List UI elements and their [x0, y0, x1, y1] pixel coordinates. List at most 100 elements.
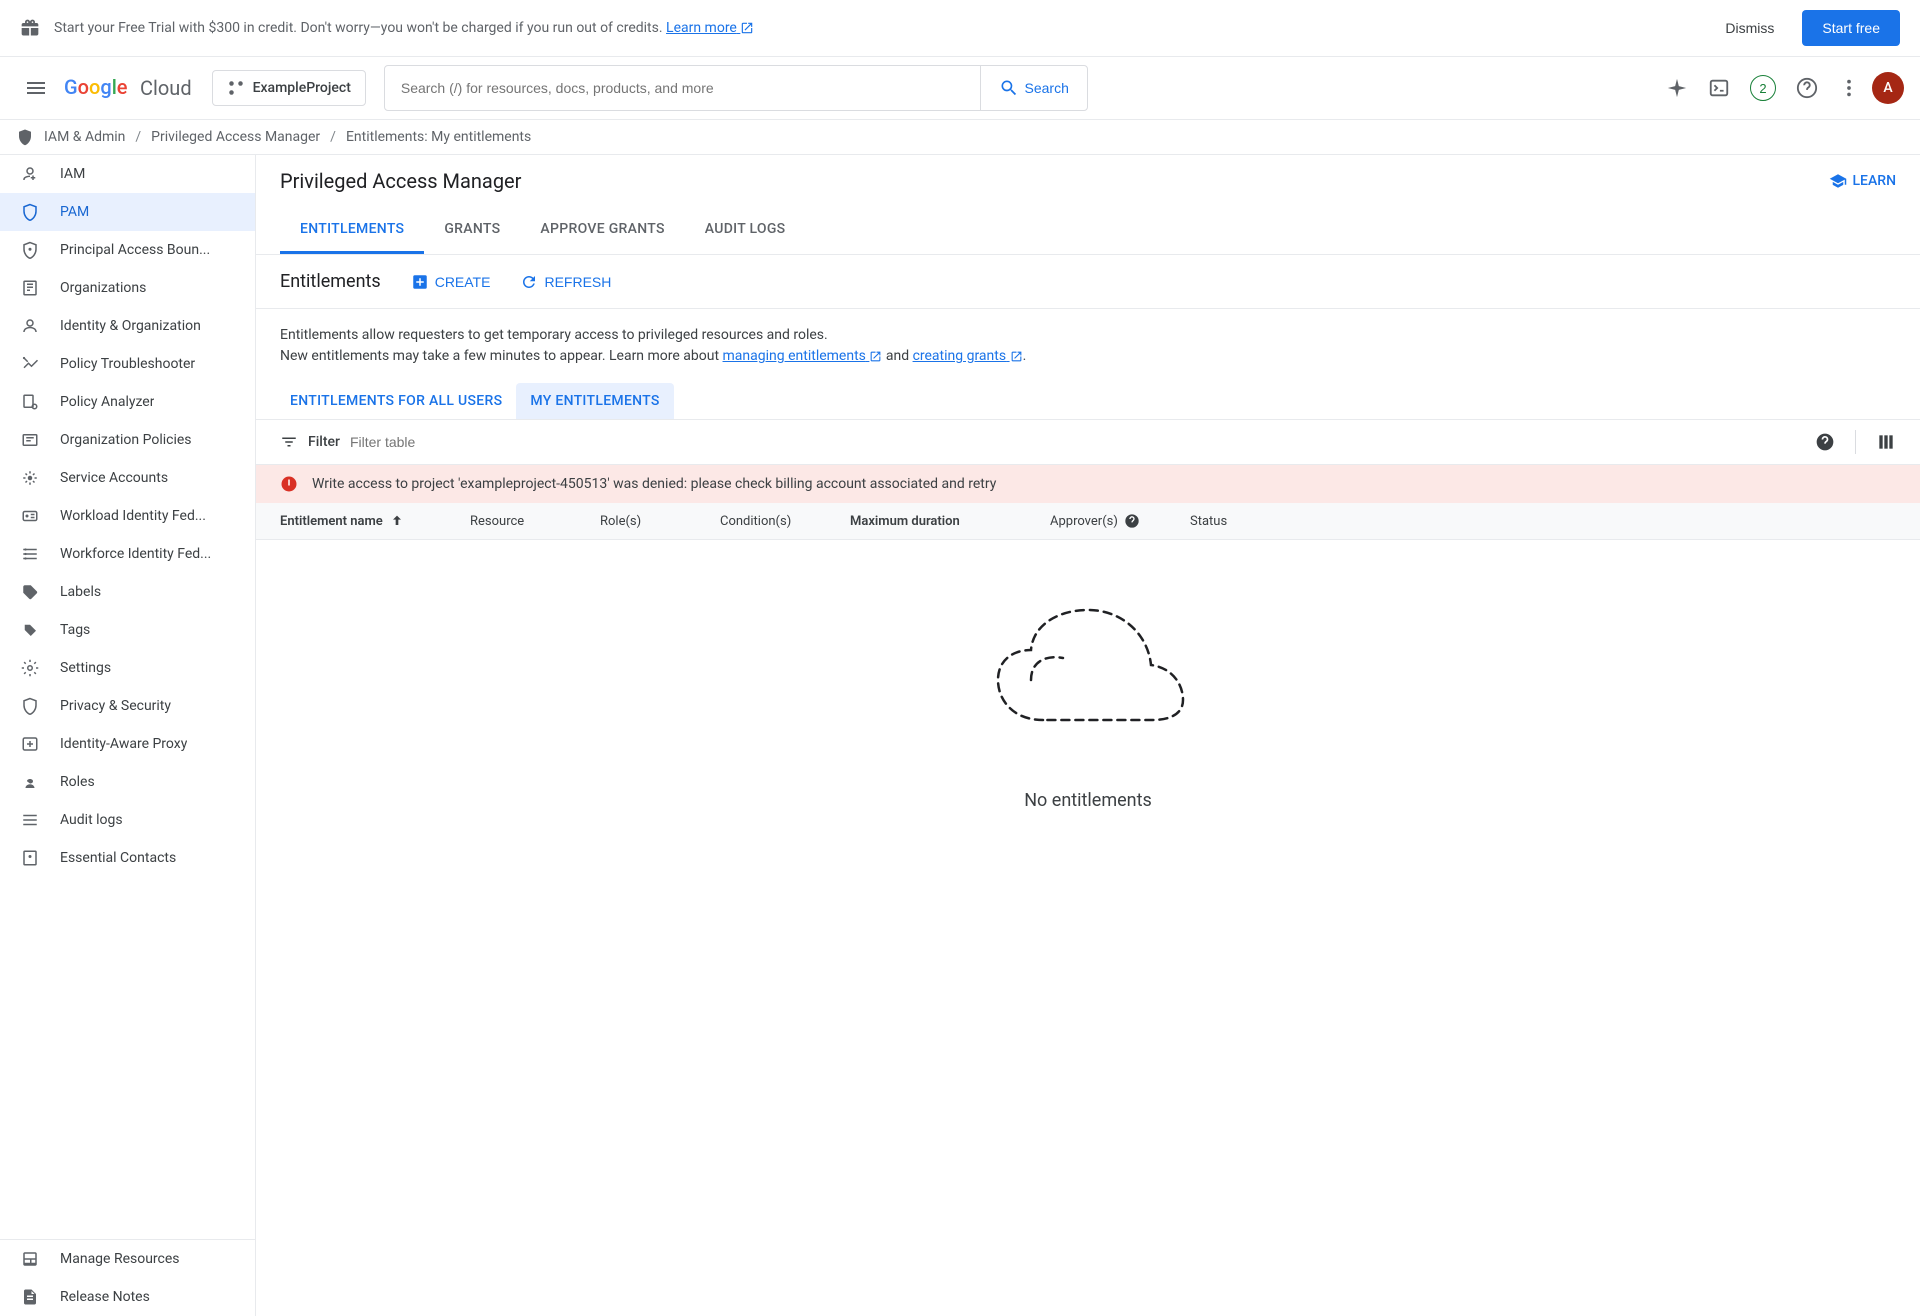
sidebar-item-label: Identity-Aware Proxy: [60, 736, 187, 752]
sidebar-item-label: Workload Identity Fed...: [60, 508, 206, 524]
columns-icon[interactable]: [1876, 432, 1896, 452]
sidebar-icon: [20, 203, 40, 221]
cloud-empty-icon: [983, 600, 1193, 750]
creating-grants-link[interactable]: creating grants: [913, 348, 1023, 364]
sidebar-item[interactable]: Organizations: [0, 269, 255, 307]
filter-help-icon[interactable]: [1815, 432, 1835, 452]
sidebar-item-label: Audit logs: [60, 812, 123, 828]
sidebar-item[interactable]: Workforce Identity Fed...: [0, 535, 255, 573]
sidebar-item[interactable]: Policy Troubleshooter: [0, 345, 255, 383]
subtab[interactable]: ENTITLEMENTS FOR ALL USERS: [276, 383, 516, 419]
sidebar-item-release-notes[interactable]: Release Notes: [0, 1278, 255, 1316]
column-resource[interactable]: Resource: [470, 513, 600, 529]
gemini-icon[interactable]: [1658, 69, 1696, 107]
sidebar-item[interactable]: Organization Policies: [0, 421, 255, 459]
sidebar-item-label: Roles: [60, 774, 95, 790]
subtab[interactable]: MY ENTITLEMENTS: [516, 383, 673, 419]
sidebar-icon: [20, 545, 40, 563]
column-status[interactable]: Status: [1190, 513, 1290, 529]
sidebar-icon: [20, 849, 40, 867]
learn-more-link[interactable]: Learn more: [666, 20, 754, 36]
hamburger-menu-button[interactable]: [16, 68, 56, 108]
learn-button[interactable]: LEARN: [1829, 172, 1897, 190]
sidebar-item[interactable]: Privacy & Security: [0, 687, 255, 725]
sidebar-item[interactable]: Principal Access Boun...: [0, 231, 255, 269]
sidebar-item[interactable]: Tags: [0, 611, 255, 649]
tab[interactable]: AUDIT LOGS: [685, 207, 806, 254]
manage-resources-icon: [20, 1250, 40, 1268]
error-banner: Write access to project 'exampleproject-…: [256, 465, 1920, 503]
banner-text: Start your Free Trial with $300 in credi…: [54, 20, 1709, 36]
page-title: Privileged Access Manager: [280, 169, 521, 193]
sidebar-item-label: Identity & Organization: [60, 318, 201, 334]
release-notes-icon: [20, 1288, 40, 1306]
search-input[interactable]: [385, 68, 980, 108]
error-icon: [280, 475, 298, 493]
sidebar-item-manage-resources[interactable]: Manage Resources: [0, 1240, 255, 1278]
tab[interactable]: ENTITLEMENTS: [280, 207, 424, 254]
help-icon[interactable]: [1788, 69, 1826, 107]
notifications-button[interactable]: 2: [1742, 67, 1784, 109]
content-area: Privileged Access Manager LEARN ENTITLEM…: [256, 155, 1920, 1316]
sidebar-icon: [20, 621, 40, 639]
start-free-button[interactable]: Start free: [1802, 10, 1900, 46]
sidebar-icon: [20, 659, 40, 677]
tab[interactable]: APPROVE GRANTS: [520, 207, 684, 254]
sidebar-item[interactable]: Identity-Aware Proxy: [0, 725, 255, 763]
sidebar-item[interactable]: Roles: [0, 763, 255, 801]
breadcrumb-item[interactable]: IAM & Admin: [44, 129, 125, 145]
sub-tabs: ENTITLEMENTS FOR ALL USERSMY ENTITLEMENT…: [256, 383, 1920, 420]
filter-input[interactable]: [350, 434, 1805, 450]
filter-icon: [280, 433, 298, 451]
managing-entitlements-link[interactable]: managing entitlements: [723, 348, 883, 364]
logo-cloud-text: Cloud: [140, 76, 192, 100]
sidebar-item-label: Principal Access Boun...: [60, 242, 210, 258]
sidebar-item-label: Organizations: [60, 280, 146, 296]
column-duration[interactable]: Maximum duration: [850, 513, 1050, 529]
sidebar-item[interactable]: PAM: [0, 193, 255, 231]
sidebar: IAM PAM Principal Access Boun... Organizati…: [0, 155, 256, 1316]
sidebar-icon: [20, 165, 40, 183]
column-approvers[interactable]: Approver(s): [1050, 513, 1190, 529]
sidebar-item-label: Essential Contacts: [60, 850, 176, 866]
sidebar-icon: [20, 697, 40, 715]
sidebar-item[interactable]: Audit logs: [0, 801, 255, 839]
sidebar-icon: [20, 469, 40, 487]
more-menu-icon[interactable]: [1830, 69, 1868, 107]
sidebar-icon: [20, 811, 40, 829]
column-entitlement-name[interactable]: Entitlement name: [280, 513, 470, 529]
section-title: Entitlements: [280, 271, 381, 292]
google-cloud-logo[interactable]: Google Cloud: [64, 76, 192, 100]
sidebar-item[interactable]: Workload Identity Fed...: [0, 497, 255, 535]
column-conditions[interactable]: Condition(s): [720, 513, 850, 529]
empty-text: No entitlements: [1024, 790, 1152, 811]
sidebar-icon: [20, 773, 40, 791]
sidebar-icon: [20, 735, 40, 753]
sidebar-item[interactable]: IAM: [0, 155, 255, 193]
sidebar-item[interactable]: Labels: [0, 573, 255, 611]
search-button[interactable]: Search: [980, 66, 1087, 110]
breadcrumb-item[interactable]: Privileged Access Manager: [151, 129, 320, 145]
graduation-icon: [1829, 172, 1847, 190]
refresh-button[interactable]: REFRESH: [520, 273, 611, 291]
sidebar-item-label: Service Accounts: [60, 470, 168, 486]
sidebar-item[interactable]: Settings: [0, 649, 255, 687]
sidebar-icon: [20, 393, 40, 411]
sidebar-item-label: PAM: [60, 204, 89, 220]
sidebar-item-label: Tags: [60, 622, 90, 638]
sidebar-icon: [20, 507, 40, 525]
user-avatar[interactable]: A: [1872, 72, 1904, 104]
filter-bar: Filter: [256, 420, 1920, 465]
tab[interactable]: GRANTS: [424, 207, 520, 254]
sidebar-item[interactable]: Essential Contacts: [0, 839, 255, 877]
project-selector[interactable]: ExampleProject: [212, 70, 366, 106]
sidebar-item[interactable]: Service Accounts: [0, 459, 255, 497]
sidebar-item-label: Policy Troubleshooter: [60, 356, 195, 372]
dismiss-button[interactable]: Dismiss: [1709, 12, 1790, 44]
sidebar-item[interactable]: Identity & Organization: [0, 307, 255, 345]
free-trial-banner: Start your Free Trial with $300 in credi…: [0, 0, 1920, 57]
create-button[interactable]: CREATE: [411, 273, 491, 291]
cloud-shell-icon[interactable]: [1700, 69, 1738, 107]
column-roles[interactable]: Role(s): [600, 513, 720, 529]
sidebar-item[interactable]: Policy Analyzer: [0, 383, 255, 421]
